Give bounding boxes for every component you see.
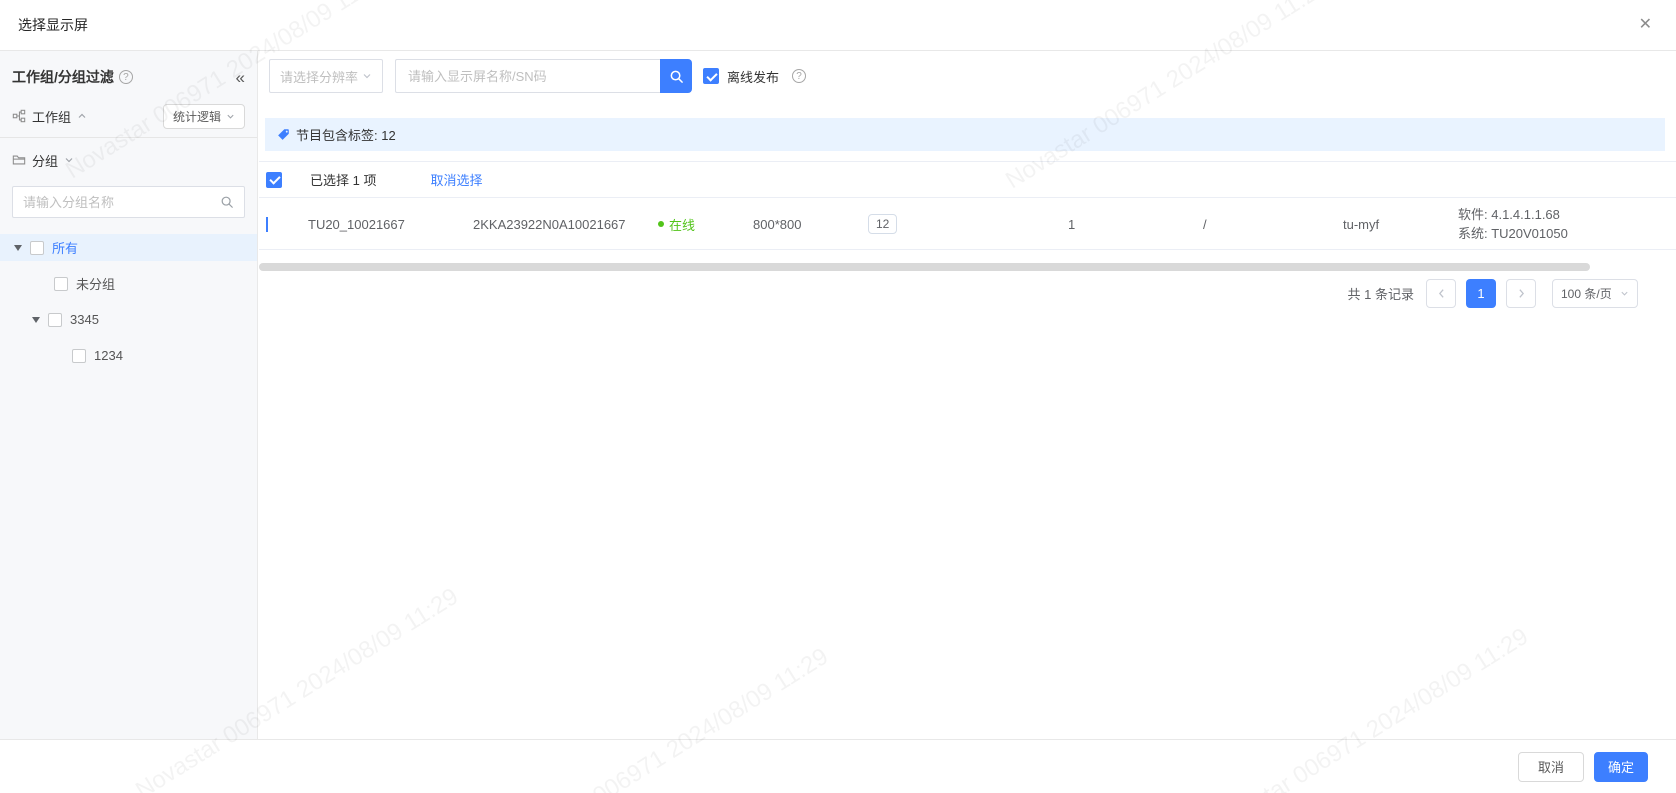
search-icon [670,70,683,83]
stats-logic-button[interactable]: 统计逻辑 [162,103,245,129]
resolution-select[interactable]: 请选择分辨率 [269,59,383,93]
horizontal-scrollbar[interactable] [259,263,1590,271]
screen-search-group [395,59,692,93]
workgroup-section-header[interactable]: 工作组 统计逻辑 [0,99,257,133]
software-version: 软件: 4.1.4.1.1.68 [1458,207,1560,222]
search-icon[interactable] [220,195,234,209]
cancel-button[interactable]: 取消 [1518,751,1584,782]
workgroup-icon [12,109,26,123]
help-icon[interactable]: ? [118,70,133,84]
search-button[interactable] [660,59,692,93]
dialog-header: 选择显示屏 ✕ [0,0,1676,51]
prev-page-button[interactable] [1426,278,1456,308]
folder-icon [12,153,26,167]
chevron-down-icon [64,155,74,165]
screen-sn: 2KKA23922N0A10021667 [473,216,626,232]
tag-icon [277,128,290,141]
resolution-placeholder: 请选择分辨率 [280,69,359,85]
group-tree: 所有 未分组 3345 1234 [0,234,257,369]
next-page-button[interactable] [1506,278,1536,308]
filter-sidebar: 工作组/分组过滤 ? « 工作组 统计逻辑 分组 请输入分组名称 所有 未分组 … [0,51,258,739]
tree-checkbox-all[interactable] [30,240,44,255]
screen-status: 在线 [650,215,745,234]
select-display-dialog: Novastar 006971 2024/08/09 11:29 Novasta… [0,0,1676,793]
screen-group-path: / [1203,216,1207,232]
stats-logic-label: 统计逻辑 [172,109,221,124]
page-size-value: 100 条/页 [1561,286,1612,301]
screen-name: TU20_10021667 [308,216,405,232]
tree-item-3345[interactable]: 3345 [0,306,257,333]
program-tag-text: 节目包含标签: 12 [296,128,396,143]
screen-resolution: 800*800 [753,216,802,232]
screen-owner: tu-myf [1343,216,1380,232]
offline-publish-option: 离线发布 ? [703,67,807,86]
total-records-text: 共 1 条记录 [1347,286,1414,302]
chevron-down-icon [363,74,371,79]
close-icon[interactable]: ✕ [1639,17,1652,33]
group-search-input[interactable] [23,194,220,210]
screen-search-input[interactable] [395,59,660,93]
sidebar-divider [0,137,257,138]
chevron-down-icon [1621,291,1628,296]
confirm-button[interactable]: 确定 [1594,751,1648,782]
expand-caret-icon[interactable] [32,316,40,323]
tree-item-all[interactable]: 所有 [0,234,257,261]
collapse-sidebar-icon[interactable]: « [236,69,245,86]
chevron-up-icon [77,111,87,121]
chevron-right-icon [1518,288,1524,298]
tree-label: 1234 [94,348,123,363]
group-label: 分组 [32,153,59,169]
tree-checkbox-1234[interactable] [72,348,86,363]
tree-checkbox-3345[interactable] [48,312,62,327]
group-section-header[interactable]: 分组 [0,142,257,178]
pagination: 共 1 条记录 1 100 条/页 [1348,278,1638,308]
page-size-select[interactable]: 100 条/页 [1552,278,1638,308]
dialog-footer: 取消 确定 [0,739,1676,793]
tree-label: 所有 [52,241,79,256]
program-tag-filter-bar: 节目包含标签: 12 [265,118,1665,151]
sidebar-title: 工作组/分组过滤 [12,69,114,85]
select-all-checkbox[interactable] [266,171,282,188]
tree-item-ungrouped[interactable]: 未分组 [0,270,257,297]
tree-label: 3345 [70,312,99,327]
count-link[interactable]: 1 [1068,216,1076,232]
help-icon[interactable]: ? [792,69,807,83]
chevron-left-icon [1438,288,1444,298]
tree-item-1234[interactable]: 1234 [0,342,257,369]
offline-publish-label: 离线发布 [727,69,780,85]
page-1-button[interactable]: 1 [1466,278,1496,308]
toolbar: 请选择分辨率 离线发布 ? [269,59,807,93]
system-version: 系统: TU20V01050 [1458,226,1568,241]
workgroup-label: 工作组 [32,109,72,125]
dialog-title: 选择显示屏 [18,17,88,33]
group-search-box [12,186,245,218]
sidebar-header: 工作组/分组过滤 ? « [0,51,257,99]
screen-versions: 软件: 4.1.4.1.1.68 系统: TU20V01050 [1450,205,1676,243]
online-dot-icon [658,221,664,227]
selected-count-text: 已选择 1 项 [310,173,377,188]
status-text: 在线 [669,217,696,233]
tree-checkbox-ungrouped[interactable] [54,276,68,291]
clear-selection-link[interactable]: 取消选择 [430,170,482,189]
main-panel: 请选择分辨率 离线发布 ? 节目包含标签: 12 已选择 [259,51,1676,739]
screen-table-row[interactable]: TU20_10021667 2KKA23922N0A10021667 在线 80… [259,199,1676,250]
expand-caret-icon[interactable] [14,244,22,251]
row-checkbox[interactable] [266,216,268,232]
chevron-down-icon [227,114,234,119]
offline-publish-checkbox[interactable] [703,68,719,84]
tag-badge[interactable]: 12 [868,214,898,234]
selection-bar: 已选择 1 项 取消选择 [259,161,1676,198]
tree-label: 未分组 [76,277,116,292]
